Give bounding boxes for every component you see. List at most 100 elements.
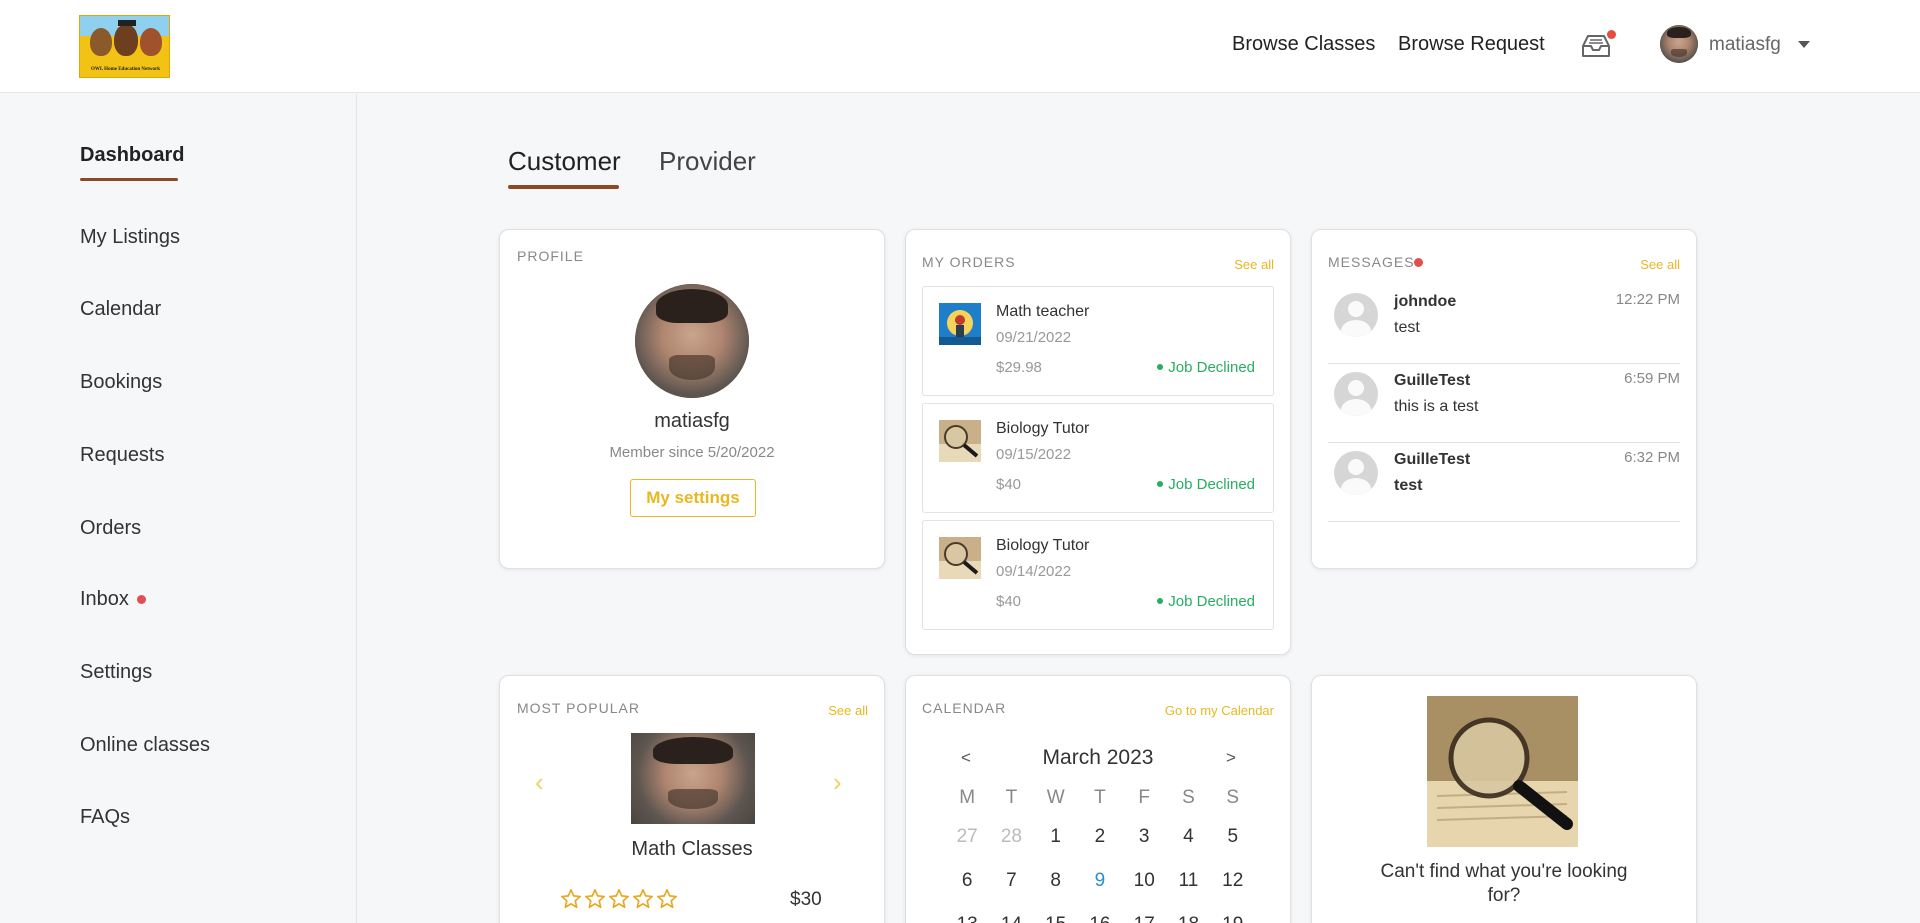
weekday-label: S (1182, 787, 1195, 808)
calendar-day[interactable]: 10 (1122, 869, 1166, 913)
site-logo[interactable]: OWL Home Education Network (79, 15, 170, 78)
star-outline-icon (657, 889, 677, 909)
nav-browse-classes[interactable]: Browse Classes (1232, 33, 1375, 56)
calendar-day[interactable]: 7 (989, 869, 1033, 913)
nav-browse-request[interactable]: Browse Request (1398, 33, 1545, 56)
help-text: Can't find what you're looking for? (1380, 861, 1628, 906)
sidebar-item-calendar[interactable]: Calendar (80, 298, 161, 321)
sidebar-item-inbox[interactable]: Inbox (80, 588, 129, 611)
help-card: Can't find what you're looking for? (1311, 675, 1697, 923)
sidebar-item-orders[interactable]: Orders (80, 517, 141, 540)
tab-provider[interactable]: Provider (659, 146, 756, 177)
logo-text: OWL Home Education Network (90, 67, 161, 72)
calendar-card: CALENDAR Go to my Calendar < March 2023 … (905, 675, 1291, 923)
my-orders-card: MY ORDERS See all Math teacher 09/21/202… (905, 229, 1291, 655)
weekday-label: W (1046, 787, 1065, 808)
calendar-day-today[interactable]: 9 (1078, 869, 1122, 913)
weekday-label: T (1094, 787, 1106, 808)
order-date: 09/14/2022 (996, 563, 1072, 580)
order-item[interactable]: Biology Tutor 09/14/2022 $40 Job Decline… (922, 520, 1274, 630)
order-price: $40 (996, 593, 1022, 610)
magnifier-illustration (1427, 696, 1578, 847)
calendar-day[interactable]: 27 (945, 825, 989, 869)
message-text: test (1394, 477, 1423, 494)
message-time: 6:59 PM (1624, 370, 1680, 387)
calendar-day[interactable]: 13 (945, 913, 989, 923)
star-rating (560, 888, 678, 910)
order-date: 09/21/2022 (996, 329, 1072, 346)
weekday-label: S (1226, 787, 1240, 808)
order-status: Job Declined (1157, 359, 1255, 376)
sidebar-item-bookings[interactable]: Bookings (80, 371, 162, 394)
calendar-next-month-button[interactable]: > (1226, 748, 1236, 768)
messages-unread-dot (1414, 258, 1423, 267)
order-status: Job Declined (1157, 593, 1255, 610)
message-item[interactable]: GuilleTest 6:59 PM this is a test (1328, 364, 1680, 443)
messages-see-all-link[interactable]: See all (1640, 257, 1680, 272)
popular-class-price: $30 (790, 889, 822, 910)
calendar-day[interactable]: 28 (989, 825, 1033, 869)
message-text: this is a test (1394, 398, 1479, 415)
sidebar-item-requests[interactable]: Requests (80, 444, 165, 467)
calendar-day[interactable]: 11 (1166, 869, 1210, 913)
calendar-day[interactable]: 12 (1211, 869, 1255, 913)
sidebar-item-faqs[interactable]: FAQs (80, 806, 130, 829)
default-avatar-icon (1334, 372, 1378, 416)
popular-see-all-link[interactable]: See all (828, 703, 868, 718)
sidebar-item-online-classes[interactable]: Online classes (80, 734, 210, 757)
calendar-day[interactable]: 16 (1078, 913, 1122, 923)
go-to-calendar-link[interactable]: Go to my Calendar (1165, 703, 1274, 718)
order-item[interactable]: Math teacher 09/21/2022 $29.98 Job Decli… (922, 286, 1274, 396)
user-avatar[interactable] (1660, 25, 1698, 63)
message-time: 6:32 PM (1624, 449, 1680, 466)
sidebar (0, 94, 357, 923)
message-item[interactable]: GuilleTest 6:32 PM test (1328, 443, 1680, 522)
notification-dot (1607, 30, 1616, 39)
carousel-prev-chevron-icon[interactable]: ‹ (535, 767, 544, 798)
order-title: Biology Tutor (996, 420, 1090, 437)
default-avatar-icon (1334, 451, 1378, 495)
weekday-label: T (1005, 787, 1018, 808)
sidebar-item-my-listings[interactable]: My Listings (80, 226, 180, 249)
popular-class-image[interactable] (631, 733, 755, 824)
calendar-day[interactable]: 17 (1122, 913, 1166, 923)
math-thumbnail-icon (939, 303, 981, 345)
order-item[interactable]: Biology Tutor 09/15/2022 $40 Job Decline… (922, 403, 1274, 513)
sidebar-active-underline (80, 178, 178, 181)
my-settings-button[interactable]: My settings (630, 479, 756, 517)
calendar-week-row: 13 14 15 16 17 18 19 (945, 913, 1255, 923)
calendar-day[interactable]: 18 (1166, 913, 1210, 923)
sidebar-item-settings[interactable]: Settings (80, 661, 152, 684)
calendar-day[interactable]: 8 (1034, 869, 1078, 913)
calendar-weekday-row: M T W T F S S (945, 786, 1255, 825)
top-header: OWL Home Education Network Browse Classe… (0, 0, 1920, 93)
order-date: 09/15/2022 (996, 446, 1072, 463)
calendar-day[interactable]: 5 (1211, 825, 1255, 869)
calendar-card-title: CALENDAR (922, 700, 1007, 716)
user-menu-name[interactable]: matiasfg (1709, 34, 1781, 56)
tab-customer[interactable]: Customer (508, 146, 621, 177)
inbox-unread-dot (137, 595, 146, 604)
sidebar-item-dashboard[interactable]: Dashboard (80, 144, 184, 167)
calendar-day[interactable]: 3 (1122, 825, 1166, 869)
calendar-day[interactable]: 4 (1166, 825, 1210, 869)
message-item[interactable]: johndoe 12:22 PM test (1328, 285, 1680, 364)
logo-owl-left (90, 28, 112, 56)
calendar-day[interactable]: 6 (945, 869, 989, 913)
user-menu-chevron-down-icon[interactable] (1798, 41, 1810, 48)
profile-avatar (635, 284, 749, 398)
carousel-next-chevron-icon[interactable]: › (833, 767, 842, 798)
orders-see-all-link[interactable]: See all (1234, 257, 1274, 272)
profile-card-title: PROFILE (517, 248, 584, 264)
calendar-day[interactable]: 14 (989, 913, 1033, 923)
weekday-label: F (1138, 787, 1150, 808)
calendar-day[interactable]: 15 (1034, 913, 1078, 923)
order-title: Math teacher (996, 303, 1090, 320)
messages-card: MESSAGES See all johndoe 12:22 PM test G… (1311, 229, 1697, 569)
message-time: 12:22 PM (1615, 291, 1680, 308)
calendar-day[interactable]: 19 (1211, 913, 1255, 923)
star-outline-icon (561, 889, 581, 909)
default-avatar-icon (1334, 293, 1378, 337)
calendar-day[interactable]: 2 (1078, 825, 1122, 869)
calendar-day[interactable]: 1 (1034, 825, 1078, 869)
